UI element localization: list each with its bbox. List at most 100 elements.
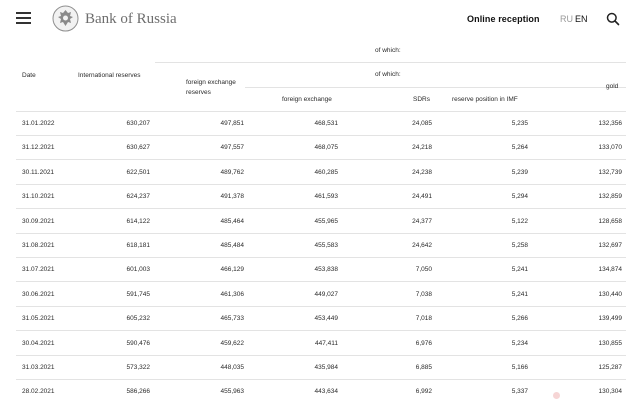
cell-international-reserves: 590,476 xyxy=(126,339,151,347)
cell-sdrs: 6,992 xyxy=(415,388,432,396)
cell-reserve-position-imf: 5,266 xyxy=(511,315,528,323)
row-divider xyxy=(16,135,626,136)
cell-fx-reserves: 489,762 xyxy=(220,168,245,176)
lang-ru-link[interactable]: RU xyxy=(560,14,573,24)
cell-gold: 132,859 xyxy=(598,193,623,201)
cell-date: 30.09.2021 xyxy=(22,217,55,225)
cell-fx-reserves: 485,464 xyxy=(220,217,245,225)
cell-sdrs: 24,085 xyxy=(412,120,432,127)
cell-foreign-exchange: 453,838 xyxy=(314,266,339,274)
cell-sdrs: 24,642 xyxy=(412,242,432,249)
cell-international-reserves: 624,237 xyxy=(126,193,151,201)
cell-gold: 133,070 xyxy=(598,144,623,152)
of-which-label: of which: xyxy=(375,47,401,54)
cell-fx-reserves: 448,035 xyxy=(220,364,245,371)
cell-international-reserves: 591,745 xyxy=(126,290,151,298)
cell-date: 31.12.2021 xyxy=(22,144,55,152)
col-header-fx-reserves: foreign exchange reserves xyxy=(186,79,236,96)
cell-foreign-exchange: 468,075 xyxy=(314,144,339,152)
cell-reserve-position-imf: 5,235 xyxy=(511,120,528,127)
menu-icon[interactable] xyxy=(16,12,31,24)
cell-gold: 132,697 xyxy=(598,242,623,249)
col-header-date: Date xyxy=(22,72,36,79)
cell-reserve-position-imf: 5,166 xyxy=(511,364,528,371)
cell-international-reserves: 614,122 xyxy=(126,217,151,225)
cell-sdrs: 24,218 xyxy=(412,144,432,152)
cell-fx-reserves: 461,306 xyxy=(220,290,245,298)
cell-date: 31.07.2021 xyxy=(22,266,55,274)
cell-sdrs: 7,050 xyxy=(415,266,432,274)
col-header-gold: gold xyxy=(606,83,619,90)
cell-sdrs: 7,018 xyxy=(415,315,432,323)
col-header-reserve-position-imf: reserve position in IMF xyxy=(452,96,518,103)
cell-gold: 132,739 xyxy=(598,168,623,176)
header-divider xyxy=(155,62,626,63)
cell-date: 31.10.2021 xyxy=(22,193,55,201)
row-divider xyxy=(16,183,626,185)
row-divider xyxy=(16,208,626,210)
cell-date: 31.01.2022 xyxy=(22,120,55,127)
cell-foreign-exchange: 461,593 xyxy=(314,193,339,201)
cell-gold: 130,440 xyxy=(598,290,623,298)
bank-emblem-logo[interactable] xyxy=(52,5,79,32)
cell-gold: 132,356 xyxy=(598,120,623,127)
cell-reserve-position-imf: 5,294 xyxy=(511,193,528,201)
cell-reserve-position-imf: 5,258 xyxy=(511,242,528,249)
cell-foreign-exchange: 447,411 xyxy=(314,339,338,347)
cell-gold: 130,304 xyxy=(598,388,623,396)
row-divider xyxy=(16,281,626,283)
cell-fx-reserves: 497,557 xyxy=(220,144,245,152)
cell-foreign-exchange: 443,634 xyxy=(314,388,339,396)
cell-reserve-position-imf: 5,234 xyxy=(511,339,528,347)
top-header: Bank of Russia Online reception RU EN xyxy=(0,0,640,40)
cell-date: 31.05.2021 xyxy=(22,315,55,323)
cell-sdrs: 24,377 xyxy=(412,217,432,225)
row-divider xyxy=(16,330,626,332)
cell-sdrs: 24,238 xyxy=(412,168,432,176)
cell-fx-reserves: 491,378 xyxy=(220,193,245,201)
cell-international-reserves: 573,322 xyxy=(126,364,151,371)
row-divider xyxy=(16,232,626,234)
search-icon[interactable] xyxy=(606,12,620,26)
cell-foreign-exchange: 468,531 xyxy=(314,120,339,127)
cell-international-reserves: 622,501 xyxy=(126,168,151,176)
cell-foreign-exchange: 449,027 xyxy=(314,290,339,298)
row-divider xyxy=(16,379,626,380)
cell-reserve-position-imf: 5,337 xyxy=(511,388,528,396)
cell-fx-reserves: 466,129 xyxy=(220,266,245,274)
header-bottom-divider xyxy=(16,111,626,112)
cell-foreign-exchange: 455,583 xyxy=(314,242,339,249)
col-header-sdrs: SDRs xyxy=(413,96,430,103)
cell-date: 31.03.2021 xyxy=(22,364,55,371)
col-header-international-reserves: International reserves xyxy=(78,72,141,79)
cell-international-reserves: 618,181 xyxy=(126,242,151,249)
cell-international-reserves: 586,266 xyxy=(126,388,151,396)
col-header-foreign-exchange: foreign exchange xyxy=(282,96,332,103)
cell-reserve-position-imf: 5,239 xyxy=(511,168,528,176)
cell-foreign-exchange: 460,285 xyxy=(314,168,339,176)
cell-international-reserves: 630,627 xyxy=(126,144,151,152)
cell-reserve-position-imf: 5,264 xyxy=(511,144,528,152)
cell-sdrs: 7,038 xyxy=(415,290,432,298)
header-divider xyxy=(245,87,626,88)
cell-reserve-position-imf: 5,241 xyxy=(511,290,528,298)
watermark-dot xyxy=(553,392,560,399)
cell-international-reserves: 605,232 xyxy=(126,315,151,323)
cell-reserve-position-imf: 5,122 xyxy=(511,217,528,225)
of-which-label: of which: xyxy=(375,71,401,78)
lang-en-link[interactable]: EN xyxy=(575,14,588,24)
cell-fx-reserves: 497,851 xyxy=(220,120,245,127)
cell-gold: 134,874 xyxy=(598,266,623,274)
cell-fx-reserves: 485,484 xyxy=(220,242,245,249)
row-divider xyxy=(16,354,626,356)
online-reception-link[interactable]: Online reception xyxy=(467,14,540,24)
brand-name[interactable]: Bank of Russia xyxy=(85,11,177,28)
cell-gold: 125,287 xyxy=(598,364,623,371)
cell-international-reserves: 630,207 xyxy=(126,120,151,127)
cell-fx-reserves: 459,622 xyxy=(220,339,245,347)
cell-sdrs: 6,976 xyxy=(415,339,432,347)
cell-gold: 139,499 xyxy=(598,315,623,323)
cell-date: 28.02.2021 xyxy=(22,388,55,396)
cell-fx-reserves: 465,733 xyxy=(220,315,245,323)
cell-sdrs: 24,491 xyxy=(412,193,432,201)
